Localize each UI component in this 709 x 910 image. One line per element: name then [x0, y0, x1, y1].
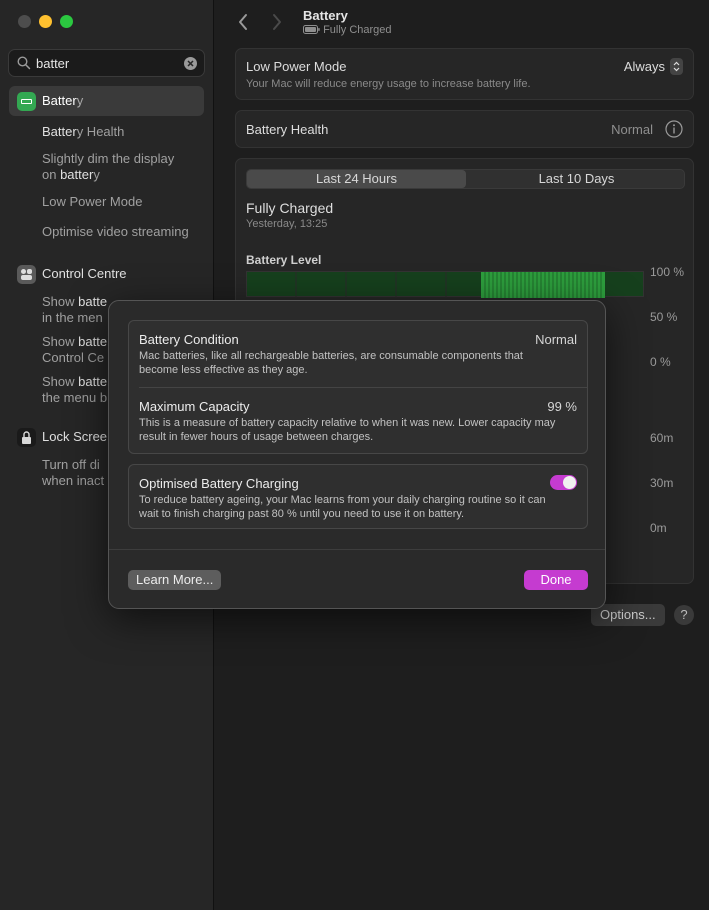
capacity-value: 99 % — [547, 399, 577, 414]
level-axis-50: 50 % — [650, 310, 678, 324]
info-icon[interactable] — [665, 120, 683, 138]
sidebar-sub-dim-display[interactable]: Slightly dim the display on battery — [42, 151, 207, 183]
condition-value: Normal — [535, 332, 577, 347]
minimize-window-button[interactable] — [39, 15, 52, 28]
condition-description: Mac batteries, like all rechargeable bat… — [139, 350, 523, 376]
clear-x-icon[interactable] — [184, 57, 197, 70]
search-field[interactable]: batter — [8, 49, 205, 77]
subtitle-text: Fully Charged — [323, 24, 392, 36]
battery-level-chart — [246, 271, 644, 298]
sidebar-sub-low-power[interactable]: Low Power Mode — [42, 194, 207, 210]
low-power-title: Low Power Mode — [246, 59, 347, 74]
chevron-right-icon[interactable] — [271, 13, 283, 31]
usage-axis-30m: 30m — [650, 476, 674, 490]
magnifier-icon — [17, 56, 31, 70]
sidebar-item-battery[interactable]: Battery — [9, 86, 204, 116]
chevron-left-icon[interactable] — [237, 13, 249, 31]
level-axis-100: 100 % — [650, 265, 685, 279]
low-power-card: Low Power Mode Your Mac will reduce ener… — [235, 48, 694, 100]
page-title: Battery — [303, 8, 348, 23]
line2-prefix: on — [42, 167, 61, 182]
line1-prefix: Show — [42, 294, 79, 309]
usage-axis-60m: 60m — [650, 431, 674, 445]
condition-title: Battery Condition — [139, 332, 239, 347]
tab-last-24-hours[interactable]: Last 24 Hours — [247, 170, 466, 188]
close-window-button[interactable] — [18, 15, 31, 28]
sheet-divider — [109, 549, 605, 550]
low-power-popup[interactable]: Always — [623, 58, 683, 76]
learn-more-button[interactable]: Learn More... — [128, 570, 222, 590]
window-controls — [18, 15, 73, 28]
match-text: batte — [78, 374, 108, 389]
lock-glyph-icon — [22, 431, 31, 444]
page-subtitle: Fully Charged — [303, 24, 392, 36]
popup-stepper-icon — [670, 58, 683, 76]
level-axis-0: 0 % — [650, 355, 671, 369]
battery-health-title: Battery Health — [246, 122, 329, 137]
sidebar-item-label: Control Centre — [42, 266, 127, 281]
line1-prefix: Show — [42, 374, 79, 389]
match-text: batte — [78, 294, 108, 309]
battery-level-bars — [295, 272, 605, 298]
battery-icon — [17, 92, 36, 111]
capacity-title: Maximum Capacity — [139, 399, 250, 414]
usage-axis-0m: 0m — [650, 521, 667, 535]
charge-status-time: Yesterday, 13:25 — [246, 218, 328, 230]
sidebar-item-control-centre[interactable]: Control Centre — [9, 259, 204, 289]
battery-charged-icon — [303, 25, 320, 34]
line1-prefix: Show — [42, 334, 79, 349]
help-button[interactable]: ? — [674, 605, 694, 625]
match-text: batte — [78, 334, 108, 349]
zoom-window-button[interactable] — [60, 15, 73, 28]
optimised-description: To reduce battery ageing, your Mac learn… — [139, 494, 546, 520]
group-divider — [139, 387, 587, 388]
optimised-charging-toggle[interactable] — [550, 475, 577, 490]
toggle-knob — [563, 476, 576, 489]
sidebar-item-battery-match: Batter — [42, 93, 77, 108]
line1-text: Slightly dim the display — [42, 151, 175, 166]
battery-level-title: Battery Level — [246, 253, 322, 267]
sidebar-sub-video-streaming[interactable]: Optimise video streaming — [42, 224, 207, 240]
battery-health-card: Battery Health Normal — [235, 110, 694, 148]
sidebar-sub-battery-health[interactable]: Battery Health — [42, 124, 207, 140]
battery-health-sheet: Battery Condition Normal Mac batteries, … — [108, 300, 606, 609]
condition-group: Battery Condition Normal Mac batteries, … — [128, 320, 588, 454]
search-query[interactable]: batter — [36, 56, 69, 71]
battery-health-value: Normal — [611, 122, 653, 137]
low-power-value: Always — [623, 59, 665, 74]
sidebar-item-battery-rest: y — [76, 93, 84, 108]
optimised-charging-group: Optimised Battery Charging To reduce bat… — [128, 464, 588, 529]
rest-text: y — [93, 167, 100, 182]
options-button[interactable]: Options... — [591, 604, 665, 626]
match-text: Batter — [42, 124, 77, 139]
match-text: batter — [60, 167, 94, 182]
sidebar-item-label: Lock Scree — [42, 429, 108, 444]
lock-screen-icon — [17, 428, 36, 447]
low-power-description: Your Mac will reduce energy usage to inc… — [246, 78, 531, 90]
tab-last-10-days[interactable]: Last 10 Days — [467, 170, 686, 188]
done-button[interactable]: Done — [524, 570, 588, 590]
time-range-segmented-control: Last 24 Hours Last 10 Days — [246, 169, 685, 189]
optimised-title: Optimised Battery Charging — [139, 476, 299, 491]
control-centre-icon — [17, 265, 36, 284]
charge-status-title: Fully Charged — [246, 200, 334, 216]
rest-text: y Health — [76, 124, 125, 139]
capacity-description: This is a measure of battery capacity re… — [139, 417, 556, 443]
